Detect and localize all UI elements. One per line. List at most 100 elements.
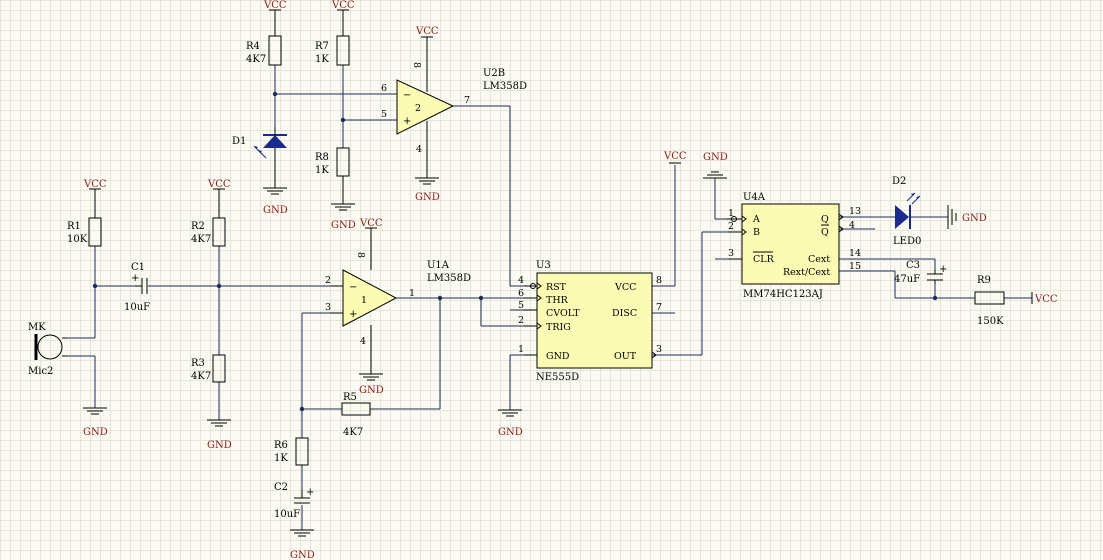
vcc-label: VCC bbox=[663, 151, 687, 162]
c1-value: 10uF bbox=[124, 302, 150, 313]
svg-text:1: 1 bbox=[361, 295, 367, 306]
svg-text:8: 8 bbox=[355, 252, 366, 258]
r3-value: 4K7 bbox=[191, 371, 211, 382]
svg-text:15: 15 bbox=[849, 261, 861, 272]
svg-text:1: 1 bbox=[409, 288, 415, 299]
r8-value: 1K bbox=[315, 165, 329, 176]
r5-value: 4K7 bbox=[343, 427, 363, 438]
c2-ref: C2 bbox=[274, 482, 288, 493]
svg-text:2: 2 bbox=[728, 221, 734, 232]
svg-text:+: + bbox=[403, 116, 411, 127]
ic-ne555-u3: RST THR CVOLT TRIG GND VCC DISC OUT 4 6 … bbox=[518, 260, 662, 383]
svg-text:8: 8 bbox=[656, 275, 662, 286]
gnd-label: GND bbox=[331, 220, 356, 231]
microphone-mk: MK Mic2 bbox=[28, 322, 67, 377]
resistor-r7 bbox=[336, 35, 350, 66]
u2b-value: LM358D bbox=[483, 81, 527, 92]
r6-value: 1K bbox=[274, 453, 288, 464]
r7-ref: R7 bbox=[315, 41, 329, 52]
svg-text:4: 4 bbox=[518, 275, 524, 286]
svg-text:2: 2 bbox=[415, 103, 421, 114]
resistor-r9 bbox=[974, 291, 1005, 305]
svg-text:TRIG: TRIG bbox=[546, 322, 571, 333]
svg-text:−: − bbox=[403, 90, 411, 101]
svg-text:4: 4 bbox=[416, 144, 422, 155]
svg-text:+: + bbox=[131, 273, 139, 284]
resistor-r5 bbox=[341, 402, 371, 416]
svg-text:3: 3 bbox=[325, 302, 331, 313]
vcc-label: VCC bbox=[207, 179, 231, 190]
resistor-r4 bbox=[268, 35, 282, 66]
r4-value: 4K7 bbox=[246, 54, 266, 65]
r1-value: 10K bbox=[67, 234, 88, 245]
svg-text:VCC: VCC bbox=[614, 282, 636, 293]
photodiode-d1: D1 bbox=[232, 127, 287, 159]
vcc-label: VCC bbox=[1034, 294, 1058, 305]
svg-text:Q: Q bbox=[821, 227, 829, 238]
gnd-label: GND bbox=[207, 440, 232, 451]
svg-text:Rext/Cext: Rext/Cext bbox=[783, 267, 830, 278]
c3-ref: C3 bbox=[906, 260, 920, 271]
d2-ref: D2 bbox=[892, 176, 906, 187]
capacitors: + C1 10uF + C2 10uF + C3 47uF bbox=[124, 260, 947, 520]
u1a-value: LM358D bbox=[427, 273, 471, 284]
r8-ref: R8 bbox=[315, 152, 329, 163]
u4a-ref: U4A bbox=[743, 192, 766, 203]
led-d2: D2 LED0 bbox=[892, 176, 921, 247]
r3-ref: R3 bbox=[191, 358, 205, 369]
opamp-u1a: − + 1 2 3 1 8 4 U1A LM358D bbox=[325, 252, 471, 347]
resistor-r2 bbox=[212, 217, 226, 247]
svg-text:3: 3 bbox=[728, 248, 734, 259]
svg-text:5: 5 bbox=[518, 300, 524, 311]
u1a-ref: U1A bbox=[427, 260, 450, 271]
gnd-label: GND bbox=[415, 192, 440, 203]
svg-text:Cext: Cext bbox=[808, 254, 830, 265]
gnd-label: GND bbox=[263, 205, 288, 216]
svg-text:A: A bbox=[752, 214, 760, 225]
resistor-r3 bbox=[212, 354, 226, 383]
svg-text:CLR: CLR bbox=[753, 254, 775, 265]
r2-ref: R2 bbox=[191, 221, 205, 232]
r9-value: 150K bbox=[977, 316, 1004, 327]
svg-text:+: + bbox=[306, 487, 314, 498]
r2-value: 4K7 bbox=[191, 234, 211, 245]
vcc-label: VCC bbox=[83, 179, 107, 190]
c2-value: 10uF bbox=[274, 509, 300, 520]
svg-text:GND: GND bbox=[546, 351, 570, 362]
svg-text:8: 8 bbox=[411, 62, 422, 68]
schematic-diagram: VCC VCC VCC VCC VCC VCC VCC VCC GND GND … bbox=[28, 0, 1058, 560]
resistors: R4 4K7 R7 1K R8 1K R1 10K R2 4K7 R3 4K7 … bbox=[67, 35, 1005, 466]
vcc-label: VCC bbox=[331, 0, 355, 11]
r6-ref: R6 bbox=[274, 440, 288, 451]
svg-text:1: 1 bbox=[518, 344, 524, 355]
r1-ref: R1 bbox=[67, 221, 81, 232]
resistor-r8 bbox=[336, 147, 350, 177]
c3-value: 47uF bbox=[894, 274, 920, 285]
opamp-u2b: − + 2 6 5 7 8 4 U2B LM358D bbox=[381, 62, 527, 155]
ic-hc123-u4a: A B CLR Q Q Cext Rext/Cext 1 2 3 13 4 14… bbox=[726, 192, 861, 300]
svg-text:7: 7 bbox=[464, 95, 470, 106]
d2-value: LED0 bbox=[893, 236, 921, 247]
svg-text:4: 4 bbox=[849, 220, 855, 231]
svg-text:CVOLT: CVOLT bbox=[546, 308, 580, 319]
svg-text:6: 6 bbox=[518, 288, 524, 299]
svg-text:+: + bbox=[349, 309, 357, 320]
r4-ref: R4 bbox=[246, 41, 260, 52]
c1-ref: C1 bbox=[131, 262, 145, 273]
svg-text:5: 5 bbox=[381, 109, 387, 120]
gnd-label: GND bbox=[498, 427, 523, 438]
resistor-r6 bbox=[295, 437, 309, 466]
svg-text:+: + bbox=[939, 264, 947, 275]
svg-text:−: − bbox=[349, 282, 357, 293]
svg-text:OUT: OUT bbox=[614, 351, 637, 362]
svg-text:RST: RST bbox=[546, 282, 567, 293]
svg-text:6: 6 bbox=[381, 83, 387, 94]
u4a-value: MM74HC123AJ bbox=[743, 289, 823, 300]
r9-ref: R9 bbox=[977, 275, 991, 286]
mk-ref: MK bbox=[28, 322, 46, 333]
u3-value: NE555D bbox=[536, 372, 579, 383]
svg-text:THR: THR bbox=[546, 295, 569, 306]
gnd-label: GND bbox=[83, 427, 108, 438]
svg-text:2: 2 bbox=[518, 315, 524, 326]
svg-text:14: 14 bbox=[849, 248, 861, 259]
